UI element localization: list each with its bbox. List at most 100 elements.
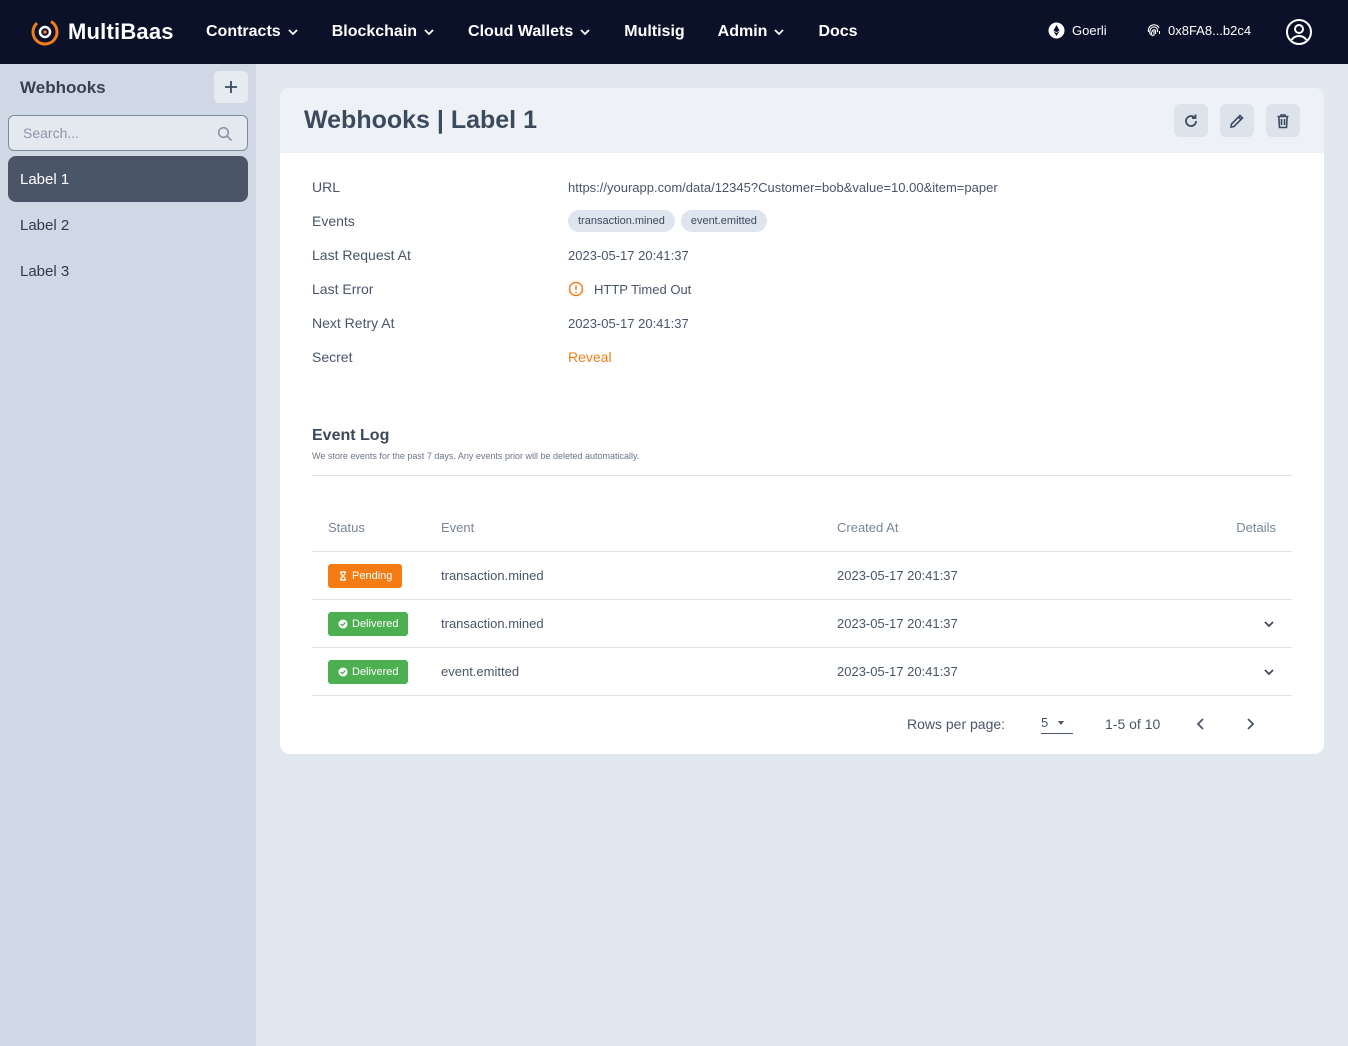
rows-per-page-value: 5 [1041,715,1049,730]
column-header-status[interactable]: Status [312,520,441,535]
events-row: Events transaction.mined event.emitted [312,204,1292,238]
events-chips: transaction.mined event.emitted [568,210,767,232]
url-label: URL [312,179,341,195]
event-chip: transaction.mined [568,210,675,232]
table-row[interactable]: Delivered event.emitted 2023-05-17 20:41… [312,648,1292,696]
next-retry-label: Next Retry At [312,315,395,331]
rows-per-page-select[interactable]: 5 [1041,712,1073,734]
created-at: 2023-05-17 20:41:37 [837,568,958,583]
card-header: Webhooks | Label 1 [280,88,1324,153]
chevron-down-icon [288,29,298,36]
network-name: Goerli [1072,23,1107,38]
hourglass-icon [340,570,346,581]
error-icon [568,281,584,297]
status-text: Delivered [352,617,399,630]
chevron-down-icon [580,29,590,36]
event-name: transaction.mined [441,568,544,583]
expand-details-button[interactable] [1217,617,1292,631]
nav-label: Cloud Wallets [468,23,574,40]
nav-contracts[interactable]: Contracts [206,23,299,41]
nav-multisig[interactable]: Multisig [624,23,684,41]
edit-button[interactable] [1220,104,1254,137]
last-request-label: Last Request At [312,247,411,263]
column-header-event[interactable]: Event [441,520,837,535]
caret-down-icon [1058,720,1065,725]
next-retry-row: Next Retry At 2023-05-17 20:41:37 [312,306,1292,340]
url-row: URL https://yourapp.com/data/12345?Custo… [312,170,1292,204]
event-log-subtitle: We store events for the past 7 days. Any… [312,451,640,461]
column-header-created-at[interactable]: Created At [837,520,1217,535]
search-box [8,115,248,151]
wallet-selector[interactable]: 0x8FA8...b2c4 [1146,22,1251,38]
status-text: Delivered [352,665,399,678]
status-text: Pending [352,569,393,582]
last-error-label: Last Error [312,281,374,297]
expand-details-button[interactable] [1217,665,1292,679]
table-header: Status Event Created At Details [312,504,1292,552]
webhook-detail-card: Webhooks | Label 1 URL https://yourapp.c… [280,88,1324,754]
created-at: 2023-05-17 20:41:37 [837,616,958,631]
event-name: transaction.mined [441,616,544,631]
brand[interactable]: MultiBaas [30,16,174,48]
pencil-icon [1230,113,1244,128]
account-icon[interactable] [1285,18,1313,46]
network-selector[interactable]: Goerli [1048,22,1107,39]
add-webhook-button[interactable] [214,71,248,103]
sidebar-title: Webhooks [20,78,106,97]
page-title: Webhooks | Label 1 [304,106,537,134]
status-badge: Delivered [328,611,409,636]
pagination: Rows per page: 5 1-5 of 10 [280,710,1324,740]
brand-name: MultiBaas [68,19,174,44]
url-value: https://yourapp.com/data/12345?Customer=… [568,179,998,195]
event-log-title: Event Log [312,427,390,444]
nav-label: Docs [818,23,858,40]
plus-icon [225,81,237,93]
rows-per-page-label: Rows per page: [907,716,1006,732]
sidebar-item-label-2[interactable]: Label 2 [8,202,248,248]
last-error-row: Last Error HTTP Timed Out [312,272,1292,306]
chevron-left-icon[interactable] [1193,716,1209,732]
reveal-secret-link[interactable]: Reveal [568,349,612,365]
nav-label: Admin [717,23,768,40]
chevron-down-icon [774,29,785,36]
multibaas-logo-icon [31,18,59,46]
sidebar-item-label-3[interactable]: Label 3 [8,248,248,294]
refresh-icon [1185,114,1197,127]
fingerprint-icon [1147,24,1161,37]
secret-row: Secret Reveal [312,340,1292,374]
search-icon [217,126,233,142]
table-row[interactable]: Pending transaction.mined 2023-05-17 20:… [312,552,1292,600]
created-at: 2023-05-17 20:41:37 [837,664,958,679]
sidebar-item-label-1[interactable]: Label 1 [8,156,248,202]
column-header-details: Details [1236,520,1276,535]
delete-button[interactable] [1266,104,1300,137]
event-name: event.emitted [441,664,520,679]
chevron-down-icon [424,29,434,36]
event-log-table: Status Event Created At Details Pending … [312,504,1292,696]
nav-label: Contracts [206,23,281,40]
divider [312,475,1292,476]
events-label: Events [312,213,355,229]
nav-docs[interactable]: Docs [818,23,857,41]
status-badge: Pending [328,563,403,588]
refresh-button[interactable] [1174,104,1208,137]
sidebar: Webhooks Label 1 Label 2 Label 3 [0,64,256,1046]
trash-icon [1277,113,1289,128]
top-navbar: MultiBaas Contracts Blockchain Cloud Wal… [0,0,1348,64]
search-input[interactable] [23,125,203,141]
status-badge: Delivered [328,659,409,684]
nav-admin[interactable]: Admin [718,23,786,41]
chevron-right-icon[interactable] [1242,716,1258,732]
secret-label: Secret [312,349,353,365]
next-retry-value: 2023-05-17 20:41:37 [568,315,689,331]
nav-cloud-wallets[interactable]: Cloud Wallets [468,23,591,41]
check-circle-icon [338,667,348,676]
table-row[interactable]: Delivered transaction.mined 2023-05-17 2… [312,600,1292,648]
last-error-value: HTTP Timed Out [594,281,692,297]
webhook-list: Label 1 Label 2 Label 3 [8,156,248,294]
nav-label: Multisig [624,23,685,40]
chevron-down-icon [1264,620,1274,627]
main-nav: Contracts Blockchain Cloud Wallets Multi… [206,0,891,64]
nav-blockchain[interactable]: Blockchain [332,23,435,41]
last-request-value: 2023-05-17 20:41:37 [568,247,689,263]
